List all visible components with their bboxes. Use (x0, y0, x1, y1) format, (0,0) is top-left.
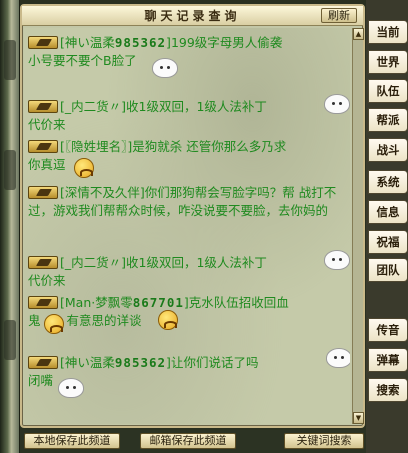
chat-history-window: 聊天记录查询 刷新 [神い温柔985362]199级字母男人偷袭 小号要不要个B… (20, 4, 365, 428)
refresh-button[interactable]: 刷新 (321, 8, 357, 23)
sender-id-digits: 985362 (114, 35, 167, 50)
tab-group[interactable]: 团队 (368, 258, 408, 282)
tab-blessing[interactable]: 祝福 (368, 230, 408, 254)
tab-world[interactable]: 世界 (368, 50, 408, 74)
save-channel-local-button[interactable]: 本地保存此频道 (24, 433, 120, 449)
channel-tabs: 当前 世界 队伍 帮派 战斗 系统 信息 祝福 团队 传音 弹幕 搜索 (366, 0, 408, 453)
speaker-icon[interactable] (28, 100, 58, 113)
message-text-continuation: 代价来 (28, 117, 66, 132)
speaker-icon[interactable] (28, 140, 58, 153)
white-face-emoji-icon (152, 58, 178, 78)
white-face-emoji-icon (324, 94, 350, 114)
chat-message: [深情不及久伴]你们那狗帮会写脸字吗？帮 战打不过，游戏我们帮帮众时候，咋没说要… (28, 184, 346, 220)
white-face-emoji-icon (326, 348, 350, 368)
chat-scrollbar[interactable]: ▲ ▼ (352, 28, 364, 424)
tab-info[interactable]: 信息 (368, 200, 408, 224)
ink-decoration (4, 40, 16, 80)
tab-barrage[interactable]: 弹幕 (368, 348, 408, 372)
speaker-icon[interactable] (28, 186, 58, 199)
message-text-continuation: 小号要不要个B脸了 (28, 53, 137, 68)
arrow-down-icon[interactable]: ▼ (353, 412, 364, 424)
message-text: 你们那狗帮会写脸字吗？帮 (144, 185, 295, 200)
speaker-icon[interactable] (28, 36, 58, 49)
message-sender[interactable]: [〖隐姓埋名〗] (60, 139, 132, 154)
tab-search[interactable]: 搜索 (368, 378, 408, 402)
bottom-button-bar: 本地保存此频道 邮箱保存此频道 关键词搜索 (20, 430, 366, 453)
message-text-continuation: 你真逗 (28, 157, 66, 172)
message-text: 收1级双回，1级人法补丁 (126, 99, 267, 114)
message-sender[interactable]: [_内二货〃] (60, 255, 126, 270)
message-sender[interactable]: [神い温柔 (60, 355, 115, 370)
message-text-continuation-2: 有意思的详谈 (66, 313, 142, 328)
speaker-icon[interactable] (28, 296, 58, 309)
message-text: 让你们说话了吗 (170, 355, 259, 370)
message-text-continuation: 鬼 (28, 313, 41, 328)
speaker-icon[interactable] (28, 256, 58, 269)
message-text: 是狗就杀 还管你那么多乃求 (132, 139, 287, 154)
message-sender[interactable]: [Man·梦飘零 (60, 295, 133, 310)
arrow-up-icon[interactable]: ▲ (353, 28, 364, 40)
left-decorative-strip (0, 0, 20, 453)
ink-decoration (4, 150, 16, 190)
message-sender[interactable]: [深情不及久伴] (60, 185, 145, 200)
keyword-search-button[interactable]: 关键词搜索 (284, 433, 364, 449)
white-face-emoji-icon (324, 250, 350, 270)
tab-battle[interactable]: 战斗 (368, 138, 408, 162)
ink-decoration (4, 320, 16, 360)
message-sender[interactable]: [神い温柔 (60, 35, 115, 50)
speaker-icon[interactable] (28, 356, 58, 369)
chat-message: [神い温柔985362]199级字母男人偷袭 小号要不要个B脸了 (28, 34, 346, 70)
message-text: 收1级双回，1级人法补丁 (126, 255, 267, 270)
title-bar: 聊天记录查询 刷新 (22, 6, 363, 26)
message-sender[interactable]: [_内二货〃] (60, 99, 126, 114)
message-text: 199级字母男人偷袭 (170, 35, 283, 50)
worried-face-emoji-icon (74, 158, 94, 178)
surprised-face-emoji-icon (44, 314, 64, 334)
tab-guild[interactable]: 帮派 (368, 108, 408, 132)
tab-team[interactable]: 队伍 (368, 79, 408, 103)
save-channel-mail-button[interactable]: 邮箱保存此频道 (140, 433, 236, 449)
window-title: 聊天记录查询 (144, 9, 241, 23)
chat-log[interactable]: [神い温柔985362]199级字母男人偷袭 小号要不要个B脸了 [_内二货〃]… (24, 28, 350, 424)
sender-id-digits: 985362 (114, 355, 167, 370)
chat-message: [_内二货〃]收1级双回，1级人法补丁 代价来 (28, 98, 346, 134)
surprised-face-emoji-icon (158, 310, 178, 330)
message-text-continuation: 闭嘴 (28, 373, 54, 388)
tab-current[interactable]: 当前 (368, 20, 408, 44)
chat-message: [_内二货〃]收1级双回，1级人法补丁 代价来 (28, 254, 346, 290)
message-text: 克水队伍招收回血 (188, 295, 289, 310)
message-text-continuation: 代价来 (28, 273, 66, 288)
sender-id-digits: 867701 (132, 295, 184, 310)
chat-message: [Man·梦飘零867701]克水队伍招收回血 鬼 有意思的详谈 (28, 294, 346, 330)
tab-whisper[interactable]: 传音 (368, 318, 408, 342)
tab-system[interactable]: 系统 (368, 170, 408, 194)
white-face-emoji-icon (58, 378, 84, 398)
